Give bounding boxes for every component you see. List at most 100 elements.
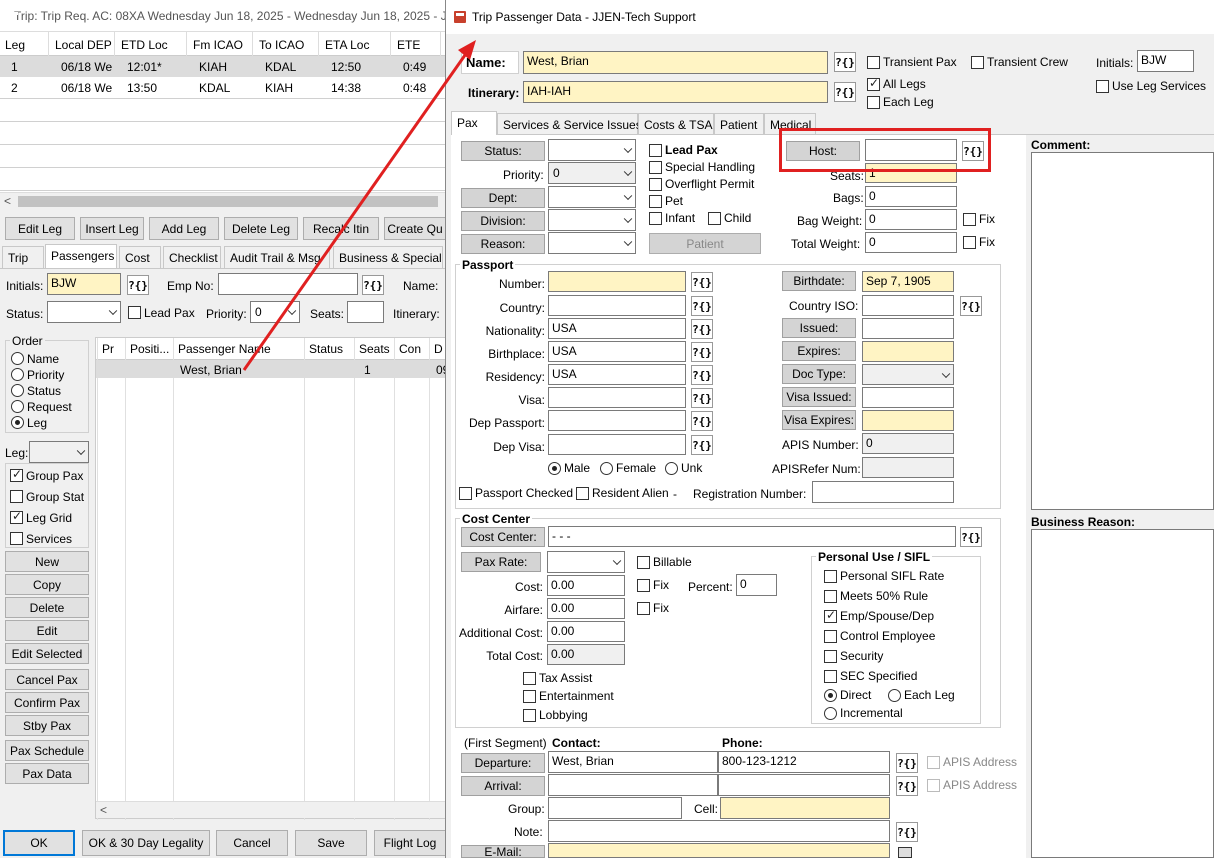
passport-visa_expires_btn[interactable]: Visa Expires:	[782, 410, 856, 430]
left-checkbox[interactable]	[10, 467, 23, 482]
bag-weight-input[interactable]: 0	[865, 209, 957, 230]
arrival-button[interactable]: Arrival:	[461, 776, 545, 796]
email-button[interactable]: E-Mail:	[461, 845, 545, 858]
side-button-2[interactable]: Delete	[5, 597, 89, 618]
cell-input[interactable]	[720, 797, 890, 819]
email-input[interactable]	[548, 843, 890, 858]
direct-radio[interactable]	[824, 689, 837, 702]
legs-header[interactable]: Local DEP	[55, 38, 112, 52]
country-iso-lookup[interactable]: ?{}	[960, 296, 982, 316]
transient-pax-checkbox[interactable]	[867, 56, 880, 69]
side-button-9[interactable]: Pax Data	[5, 763, 89, 784]
bottom-button-3[interactable]: Save	[295, 830, 367, 856]
patient-button[interactable]: Patient	[649, 233, 761, 254]
dept-button[interactable]: Dept:	[461, 188, 545, 208]
status-select[interactable]	[548, 139, 636, 161]
side-button-0[interactable]: New	[5, 551, 89, 572]
cost-center-input[interactable]: - - -	[548, 526, 956, 547]
passport-country-lookup[interactable]: ?{}	[691, 296, 713, 316]
group-input[interactable]	[548, 797, 682, 819]
sifl-option-1[interactable]	[824, 590, 837, 603]
special-handling-checkbox[interactable]	[649, 161, 662, 174]
reason-button[interactable]: Reason:	[461, 234, 545, 254]
overflight-checkbox[interactable]	[649, 178, 662, 191]
passport-birthplace-input[interactable]: USA	[548, 341, 686, 362]
passport-visa_issued_btn-field[interactable]	[862, 387, 954, 408]
transient-crew-checkbox[interactable]	[971, 56, 984, 69]
name-input[interactable]: West, Brian	[523, 51, 828, 74]
cost-total-input[interactable]: 0.00	[547, 644, 625, 665]
bottom-button-1[interactable]: OK & 30 Day Legality	[82, 830, 210, 856]
entertainment-checkbox[interactable]	[523, 690, 536, 703]
passport-country-input[interactable]	[548, 295, 686, 316]
passport-number-input[interactable]	[548, 271, 686, 292]
itinerary-input[interactable]: IAH-IAH	[523, 81, 828, 103]
priority-select[interactable]: 0	[250, 301, 300, 323]
doc-type-select[interactable]	[862, 364, 954, 385]
passport-nationality-input[interactable]: USA	[548, 318, 686, 339]
pax-header[interactable]: Passenger Name	[178, 342, 271, 356]
use-leg-services-checkbox[interactable]	[1096, 80, 1109, 93]
leg-button-0[interactable]: Edit Leg	[5, 217, 75, 240]
pax-rate-select[interactable]	[547, 551, 625, 573]
seats-input[interactable]	[347, 301, 384, 323]
passport-residency-lookup[interactable]: ?{}	[691, 365, 713, 385]
resident-alien-checkbox[interactable]	[576, 487, 589, 500]
cost-addl-input[interactable]: 0.00	[547, 621, 625, 642]
apis-address-dep-checkbox[interactable]	[927, 756, 940, 769]
passport-checked-checkbox[interactable]	[459, 487, 472, 500]
pax-header[interactable]: Status	[309, 342, 343, 356]
passport-birthdate_btn-field[interactable]: Sep 7, 1905	[862, 271, 954, 292]
tax-assist-checkbox[interactable]	[523, 672, 536, 685]
bags-input[interactable]: 0	[865, 186, 957, 207]
leg-select[interactable]	[29, 441, 89, 463]
division-select[interactable]	[548, 209, 636, 231]
order-radio[interactable]	[11, 400, 24, 413]
departure-phone-input[interactable]: 800-123-1212	[718, 751, 890, 773]
cost-center-button[interactable]: Cost Center:	[461, 527, 545, 547]
passport-visa_issued_btn[interactable]: Visa Issued:	[782, 387, 856, 407]
legs-hscroll[interactable]: <	[0, 192, 446, 209]
pax-row[interactable]	[96, 360, 447, 378]
order-radio[interactable]	[11, 368, 24, 381]
leg-button-3[interactable]: Delete Leg	[224, 217, 298, 240]
apis-number-input[interactable]: 0	[862, 433, 954, 454]
left-checkbox[interactable]	[10, 490, 23, 503]
pax-header[interactable]: D	[434, 342, 443, 356]
empno-input[interactable]	[218, 273, 358, 295]
leg-button-2[interactable]: Add Leg	[149, 217, 219, 240]
left-checkbox[interactable]	[10, 532, 23, 545]
pax-hscroll[interactable]: <	[96, 801, 446, 818]
side-button-7[interactable]: Stby Pax	[5, 715, 89, 736]
cost-fix-checkbox[interactable]	[637, 579, 650, 592]
name-lookup-button[interactable]: ?{}	[834, 52, 856, 72]
arrival-contact-input[interactable]	[548, 774, 718, 796]
legs-header[interactable]: ETE	[397, 38, 420, 52]
leg-button-4[interactable]: Recalc Itin	[303, 217, 379, 240]
all-legs-checkbox[interactable]	[867, 76, 880, 91]
leg-button-1[interactable]: Insert Leg	[80, 217, 144, 240]
totw-fix-checkbox[interactable]	[963, 236, 976, 249]
reason-select[interactable]	[548, 232, 636, 254]
airfare-fix-checkbox[interactable]	[637, 602, 650, 615]
infant-checkbox[interactable]	[649, 212, 662, 225]
dlg-tab-0[interactable]: Pax	[451, 111, 497, 135]
order-radio[interactable]	[11, 352, 24, 365]
priority-select[interactable]: 0	[548, 162, 636, 184]
division-button[interactable]: Division:	[461, 211, 545, 231]
pax-header[interactable]: Pr	[102, 342, 114, 356]
male-radio[interactable]	[548, 462, 561, 475]
leadpax-checkbox[interactable]	[128, 306, 141, 319]
pax-header[interactable]: Seats	[359, 342, 390, 356]
bagw-fix-checkbox[interactable]	[963, 213, 976, 226]
passport-visa-input[interactable]	[548, 387, 686, 408]
passport-residency-input[interactable]: USA	[548, 364, 686, 385]
passport-issued_btn-field[interactable]	[862, 318, 954, 339]
passport-dep_visa-input[interactable]	[548, 434, 686, 455]
pax-header[interactable]: Positi...	[130, 342, 169, 356]
percent-input[interactable]: 0	[736, 574, 777, 596]
tab-1[interactable]: Passengers	[45, 244, 117, 268]
sifl-option-5[interactable]	[824, 670, 837, 683]
tab-5[interactable]: Business & Special	[333, 246, 443, 268]
dlg-tab-1[interactable]: Services & Service Issues	[497, 113, 642, 135]
